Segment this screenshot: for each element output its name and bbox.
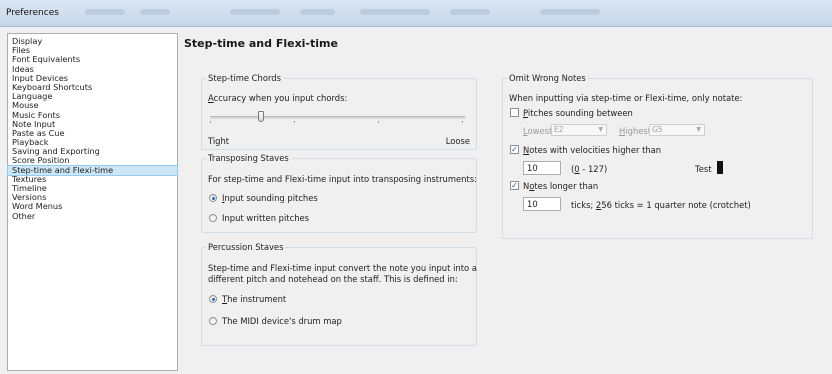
notes-longer-than-label[interactable]: Notes longer than <box>523 181 598 191</box>
page-title: Step-time and Flexi-time <box>184 37 338 50</box>
chevron-down-icon: ▼ <box>598 126 603 133</box>
pitches-sounding-between-label[interactable]: Pitches sounding between <box>523 108 633 118</box>
accuracy-slider-track[interactable] <box>210 116 465 119</box>
highest-label: Highest <box>619 126 652 136</box>
slider-tick <box>378 121 379 123</box>
input-sounding-pitches-label[interactable]: Input sounding pitches <box>222 193 318 203</box>
omit-wrong-notes-group: Omit Wrong Notes When inputting via step… <box>502 73 813 239</box>
accuracy-slider-thumb[interactable] <box>258 111 264 122</box>
transposing-staves-group: Transposing Staves For step-time and Fle… <box>201 153 477 233</box>
accuracy-label: Accuracy when you input chords: <box>208 93 348 103</box>
sidebar-item-display[interactable]: Display <box>8 36 177 46</box>
percussion-description-line2: different pitch and notehead on the staf… <box>208 274 458 284</box>
blurred-toolbar-text <box>300 9 335 15</box>
group-title: Percussion Staves <box>206 242 286 252</box>
group-title: Transposing Staves <box>206 153 291 163</box>
midi-drum-map-radio[interactable] <box>209 317 217 325</box>
sidebar-item-other[interactable]: Other <box>8 211 177 221</box>
velocity-range-label: (0 - 127) <box>571 164 608 174</box>
slider-tick <box>462 121 463 123</box>
lowest-pitch-value: E2 <box>554 125 564 134</box>
test-label: Test <box>695 164 712 174</box>
blurred-toolbar-text <box>360 9 430 15</box>
velocity-threshold-input[interactable]: 10 <box>523 161 561 175</box>
midi-drum-map-label[interactable]: The MIDI device's drum map <box>222 316 342 326</box>
group-title: Omit Wrong Notes <box>507 73 588 83</box>
chevron-down-icon: ▼ <box>696 126 701 133</box>
velocity-test-meter <box>717 161 723 174</box>
transposing-description: For step-time and Flexi-time input into … <box>208 174 477 184</box>
highest-pitch-dropdown[interactable]: G5 ▼ <box>649 124 705 136</box>
pitches-sounding-between-checkbox[interactable] <box>510 108 519 117</box>
tight-label: Tight <box>208 136 230 146</box>
velocities-checkbox[interactable]: ✓ <box>510 145 519 154</box>
notes-longer-than-checkbox[interactable]: ✓ <box>510 181 519 190</box>
ticks-label: ticks; 256 ticks = 1 quarter note (crotc… <box>571 200 751 210</box>
velocities-label[interactable]: Notes with velocities higher than <box>523 145 661 155</box>
ticks-input[interactable]: 10 <box>523 197 561 211</box>
slider-tick <box>294 121 295 123</box>
blurred-toolbar-text <box>140 9 170 15</box>
highest-pitch-value: G5 <box>652 125 663 134</box>
percussion-description-line1: Step-time and Flexi-time input convert t… <box>208 263 477 273</box>
lowest-label: Lowest <box>523 126 553 136</box>
category-list[interactable]: Display Files Font Equivalents Ideas Inp… <box>7 33 178 371</box>
the-instrument-label[interactable]: The instrument <box>222 294 286 304</box>
title-bar: Preferences <box>0 0 832 27</box>
blurred-toolbar-text <box>450 9 490 15</box>
group-title: Step-time Chords <box>206 73 283 83</box>
lowest-pitch-dropdown[interactable]: E2 ▼ <box>551 124 607 136</box>
blurred-toolbar-text <box>540 9 600 15</box>
window-title: Preferences <box>6 8 59 18</box>
blurred-toolbar-text <box>230 9 280 15</box>
settings-panel: Step-time and Flexi-time Step-time Chord… <box>180 30 830 374</box>
percussion-staves-group: Percussion Staves Step-time and Flexi-ti… <box>201 242 477 346</box>
step-time-chords-group: Step-time Chords Accuracy when you input… <box>201 73 477 150</box>
loose-label: Loose <box>445 136 470 146</box>
input-sounding-pitches-radio[interactable] <box>209 194 217 202</box>
input-written-pitches-radio[interactable] <box>209 214 217 222</box>
the-instrument-radio[interactable] <box>209 295 217 303</box>
blurred-toolbar-text <box>85 9 125 15</box>
input-written-pitches-label[interactable]: Input written pitches <box>222 213 309 223</box>
slider-tick <box>210 121 211 123</box>
omit-description: When inputting via step-time or Flexi-ti… <box>509 93 743 103</box>
